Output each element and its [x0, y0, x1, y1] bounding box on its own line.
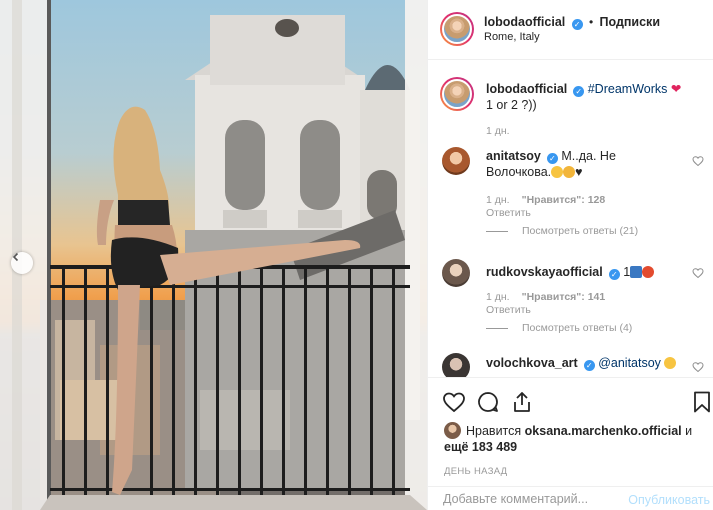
- comment-time[interactable]: 1 дн.: [486, 291, 510, 303]
- like-comment-heart-icon[interactable]: [692, 155, 704, 167]
- like-comment-heart-icon[interactable]: [692, 267, 704, 279]
- divider-line: [486, 327, 508, 329]
- post-photo-illustration: [0, 0, 427, 510]
- caption-avatar[interactable]: [440, 77, 474, 111]
- comment-username[interactable]: anitatsoy: [486, 149, 541, 163]
- separator-dot: •: [588, 15, 594, 29]
- follow-button[interactable]: Подписки: [599, 15, 660, 29]
- chevron-left-icon: [12, 252, 19, 262]
- divider-line: [486, 230, 508, 232]
- comment-body: 1: [623, 265, 631, 279]
- post-date[interactable]: ДЕНЬ НАЗАД: [444, 466, 507, 477]
- comment-text: volochkova_art ✓ @anitatsoy: [486, 355, 696, 371]
- verified-badge-icon: ✓: [571, 19, 583, 30]
- comment-icon[interactable]: [476, 390, 500, 414]
- previous-photo-button[interactable]: [11, 252, 33, 274]
- ok-hand-emoji: [563, 166, 576, 178]
- publish-button[interactable]: Опубликовать: [628, 493, 710, 507]
- comments-list[interactable]: lobodaofficial ✓ #DreamWorks ❤ 1 or 2 ?))…: [428, 61, 713, 377]
- caption-time[interactable]: 1 дн.: [486, 125, 510, 137]
- comment-meta: 1 дн. "Нравится": 128: [486, 194, 605, 206]
- add-comment-bar: Опубликовать: [428, 486, 713, 510]
- post-photo[interactable]: [0, 0, 427, 510]
- likes-count[interactable]: ещё 183 489: [444, 440, 517, 454]
- explosion-emoji: [642, 266, 655, 278]
- comment-username[interactable]: rudkovskayaofficial: [486, 265, 603, 279]
- view-replies-button[interactable]: Посмотреть ответы (4): [486, 322, 632, 334]
- likes-summary: Нравится oksana.marchenko.official и ещё…: [444, 422, 706, 455]
- caption-hashtag[interactable]: #DreamWorks: [588, 82, 668, 96]
- view-replies-label: Посмотреть ответы (4): [522, 322, 633, 334]
- caption-text: lobodaofficial ✓ #DreamWorks ❤ 1 or 2 ?)): [486, 81, 696, 113]
- comment-time[interactable]: 1 дн.: [486, 194, 510, 206]
- share-icon[interactable]: [510, 390, 534, 414]
- author-username[interactable]: lobodaofficial: [484, 15, 565, 29]
- reply-button[interactable]: Ответить: [486, 207, 531, 219]
- liker-username[interactable]: oksana.marchenko.official: [525, 424, 682, 438]
- commenter-avatar[interactable]: [442, 147, 470, 175]
- laughing-emoji: [664, 357, 677, 369]
- author-avatar[interactable]: [440, 12, 474, 46]
- comment-text: rudkovskayaofficial ✓ 1: [486, 264, 696, 280]
- black-heart-emoji: ♥: [575, 165, 583, 179]
- caption-username[interactable]: lobodaofficial: [486, 82, 567, 96]
- post-location[interactable]: Rome, Italy: [484, 31, 540, 43]
- verified-badge-icon: ✓: [573, 86, 585, 97]
- caption-line2: 1 or 2 ?)): [486, 98, 537, 112]
- commenter-avatar[interactable]: [442, 353, 470, 377]
- heart-icon[interactable]: [442, 390, 466, 414]
- post-header: lobodaofficial ✓ • Подписки Rome, Italy: [428, 0, 713, 60]
- verified-badge-icon: ✓: [583, 360, 595, 371]
- reply-button[interactable]: Ответить: [486, 304, 531, 316]
- view-replies-button[interactable]: Посмотреть ответы (21): [486, 225, 638, 237]
- comment-mention[interactable]: @anitatsoy: [598, 356, 661, 370]
- liker-avatar[interactable]: [444, 422, 461, 439]
- comment-meta: 1 дн. "Нравится": 141: [486, 291, 605, 303]
- likes-suffix: и: [685, 424, 693, 438]
- verified-badge-icon: ✓: [608, 269, 620, 280]
- comment-likes[interactable]: "Нравится": 141: [522, 291, 606, 303]
- comment-item: anitatsoy ✓ М..да. Не Волочкова. ♥ 1 дн. "Н…: [442, 145, 708, 245]
- commenter-avatar[interactable]: [442, 259, 470, 287]
- comment-input[interactable]: [443, 492, 623, 506]
- comment-item: rudkovskayaofficial ✓ 1 1 дн. "Нравится": …: [442, 257, 708, 357]
- likes-prefix: Нравится: [466, 424, 522, 438]
- comment-likes[interactable]: "Нравится": 128: [522, 194, 606, 206]
- keycap-one-emoji: [630, 266, 643, 278]
- heart-emoji: ❤: [670, 82, 682, 96]
- comment-text: anitatsoy ✓ М..да. Не Волочкова. ♥: [486, 148, 676, 180]
- post-side-panel: lobodaofficial ✓ • Подписки Rome, Italy …: [427, 0, 713, 510]
- like-comment-heart-icon[interactable]: [692, 361, 704, 373]
- laughing-emoji: [551, 166, 564, 178]
- verified-badge-icon: ✓: [546, 153, 558, 164]
- comment-username[interactable]: volochkova_art: [486, 356, 578, 370]
- post-actions: Нравится oksana.marchenko.official и ещё…: [428, 377, 713, 510]
- comment-item: volochkova_art ✓ @anitatsoy: [442, 351, 708, 377]
- view-replies-label: Посмотреть ответы (21): [522, 225, 639, 237]
- author-line: lobodaofficial ✓ • Подписки: [484, 15, 660, 30]
- bookmark-icon[interactable]: [690, 390, 713, 414]
